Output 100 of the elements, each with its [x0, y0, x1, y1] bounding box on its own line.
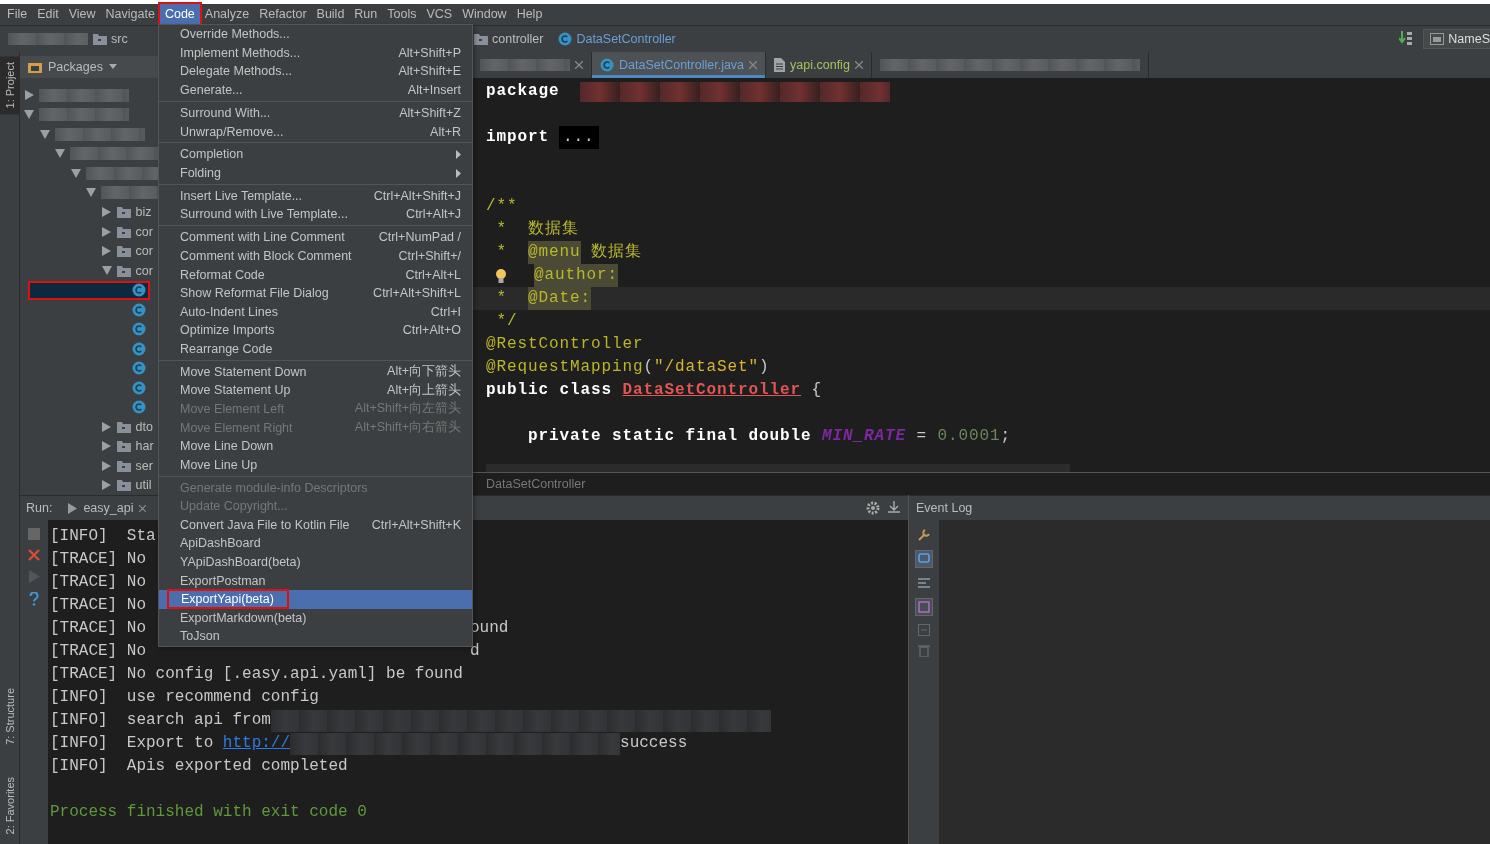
sort-icon[interactable] — [1399, 31, 1414, 47]
menu-item[interactable]: ExportPostman — [159, 571, 472, 590]
tree-item[interactable]: biz — [20, 202, 154, 222]
close-icon[interactable] — [28, 549, 40, 561]
menu-item[interactable]: Surround With... Alt+Shift+Z — [159, 103, 472, 123]
panel-icon[interactable] — [915, 598, 933, 616]
menu-item[interactable]: Show Reformat File Dialog Ctrl+Alt+Shift+L — [159, 283, 472, 303]
menu-item[interactable]: Edit — [32, 4, 64, 25]
breadcrumb[interactable]: DataSetController — [486, 477, 586, 491]
console-line: [TRACE] No — [50, 618, 146, 639]
close-icon[interactable] — [139, 504, 147, 512]
menu-item[interactable]: Window — [457, 4, 512, 25]
pin-icon[interactable] — [888, 501, 900, 513]
menu-item[interactable]: Navigate — [100, 4, 160, 25]
tool-window-tab[interactable]: 2: Favorites — [0, 770, 19, 840]
breadcrumb[interactable]: controller — [474, 32, 544, 46]
editor-tab[interactable]: yapi.config — [766, 52, 872, 78]
menu-item[interactable]: Help — [511, 4, 548, 25]
close-icon[interactable] — [854, 61, 863, 69]
close-icon[interactable] — [575, 61, 583, 69]
tree-item[interactable]: dto — [20, 417, 155, 437]
menu-item[interactable]: Optimize Imports Ctrl+Alt+O — [159, 321, 472, 340]
help-icon[interactable] — [29, 592, 39, 606]
balloon-icon[interactable] — [915, 550, 933, 568]
class-icon — [132, 380, 146, 395]
tool-window-tab[interactable]: 7: Structure — [0, 681, 19, 751]
menu-item[interactable]: Comment with Line Comment Ctrl+NumPad / — [159, 228, 472, 247]
tree-item[interactable]: har — [20, 436, 156, 456]
scroll-icon[interactable] — [917, 576, 931, 590]
menu-item[interactable]: VCS — [421, 4, 458, 25]
menu-item[interactable]: Move Line Down — [159, 436, 472, 456]
folder-icon — [116, 459, 131, 472]
menu-item[interactable]: Refactor — [254, 4, 312, 25]
code-token: * — [495, 288, 508, 309]
close-icon[interactable] — [749, 61, 758, 69]
tree-item[interactable]: cor — [20, 241, 155, 261]
menu-item[interactable]: Reformat Code Ctrl+Alt+L — [159, 265, 472, 284]
folder-icon — [116, 264, 131, 277]
menu-item[interactable]: Code — [159, 4, 200, 25]
menu-item[interactable]: Rearrange Code — [159, 339, 472, 359]
run-tab[interactable]: easy_api — [62, 501, 153, 515]
menu-item[interactable]: File — [2, 4, 33, 25]
code-token: 数据集 — [590, 242, 642, 263]
console-line: [TRACE] No — [50, 641, 146, 662]
menu-item[interactable]: Convert Java File to Kotlin File Ctrl+Alt+Shift+K — [159, 515, 472, 535]
play-icon[interactable] — [28, 570, 40, 583]
trash-icon[interactable] — [918, 644, 930, 657]
menu-item[interactable]: Override Methods... — [159, 25, 472, 44]
breadcrumb[interactable]: src — [93, 32, 128, 46]
menu-item[interactable]: Completion — [159, 145, 472, 164]
menu-item[interactable]: Comment with Block Comment Ctrl+Shift+/ — [159, 246, 472, 266]
menu-item[interactable]: ExportYapi(beta) — [159, 589, 472, 609]
menu-item[interactable]: Tools — [382, 4, 422, 25]
collapse-icon[interactable] — [918, 624, 930, 636]
folder-icon — [116, 206, 131, 219]
run-config-selector[interactable]: NameS — [1423, 29, 1490, 49]
class-icon — [132, 341, 146, 356]
class-icon — [132, 283, 146, 298]
link[interactable]: http:// — [222, 732, 291, 755]
menu-item[interactable]: Generate... Alt+Insert — [159, 80, 472, 100]
menu-item[interactable]: Folding — [159, 163, 472, 183]
code-token: ) — [759, 357, 770, 378]
menu-item[interactable]: Build — [311, 4, 350, 25]
menu-item[interactable]: Move Line Up — [159, 455, 472, 475]
wrench-icon[interactable] — [917, 528, 931, 542]
menu-item[interactable]: Move Statement Down Alt+向下箭头 — [159, 362, 472, 382]
lightbulb-icon[interactable] — [494, 267, 508, 284]
menu-item[interactable]: Unwrap/Remove... Alt+R — [159, 122, 472, 141]
settings-icon[interactable] — [866, 501, 880, 515]
code-token: @menu — [528, 241, 581, 264]
tool-window-tab[interactable]: 1: Project — [0, 56, 19, 115]
menu-item[interactable]: Delegate Methods... Alt+Shift+E — [159, 62, 472, 81]
menu-item[interactable]: YApiDashBoard(beta) — [159, 552, 472, 572]
menu-item[interactable]: Run — [349, 4, 383, 25]
console-line: [INFO] Apis exported completed — [50, 756, 348, 777]
code-token: ( — [643, 357, 655, 378]
menu-item[interactable]: ApiDashBoard — [159, 534, 472, 553]
menu-item[interactable]: View — [63, 4, 101, 25]
breadcrumb[interactable]: DataSetController — [558, 32, 676, 46]
tree-item[interactable]: cor — [20, 261, 155, 281]
folder-icon — [116, 225, 131, 238]
code-token: * 数据集 — [495, 219, 579, 240]
menu-item[interactable]: Move Statement Up Alt+向上箭头 — [159, 381, 472, 400]
menu-item[interactable]: ExportMarkdown(beta) — [159, 608, 472, 628]
scrollbar[interactable] — [486, 464, 1070, 472]
tree-item[interactable]: ser — [20, 456, 155, 476]
menu-item[interactable]: Auto-Indent Lines Ctrl+I — [159, 302, 472, 322]
tree-item[interactable]: util — [20, 475, 154, 495]
dropdown-icon[interactable] — [108, 64, 117, 70]
menu-item[interactable]: Surround with Live Template... Ctrl+Alt+J — [159, 205, 472, 224]
menu-item[interactable]: Analyze — [199, 4, 255, 25]
folder-icon — [116, 479, 131, 492]
folder-icon — [116, 245, 131, 258]
menu-item[interactable]: Implement Methods... Alt+Shift+P — [159, 43, 472, 63]
code-token: /** — [486, 196, 518, 217]
menu-item[interactable]: ToJson — [159, 627, 472, 646]
console-line: [TRACE] No — [50, 572, 146, 593]
tree-item[interactable]: cor — [20, 222, 155, 242]
menu-item[interactable]: Insert Live Template... Ctrl+Alt+Shift+J — [159, 186, 472, 206]
tree-item[interactable] — [28, 280, 150, 300]
